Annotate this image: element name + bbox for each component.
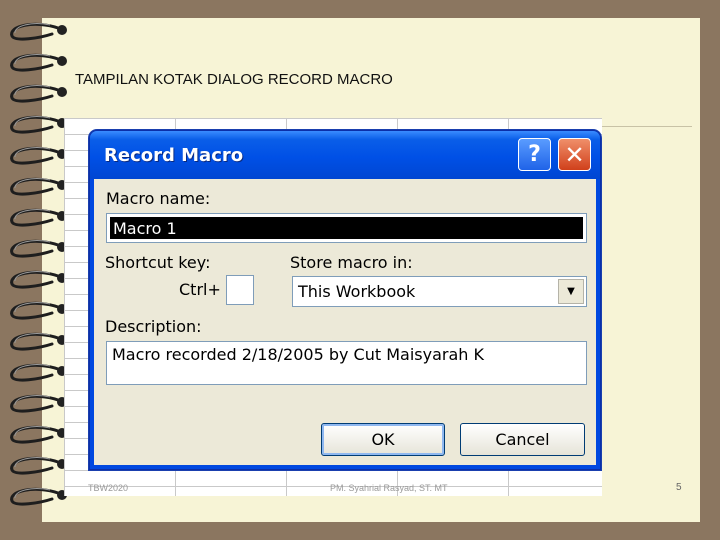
spiral-ring (10, 115, 67, 134)
macro-name-selection: Macro 1 (110, 217, 583, 239)
page-number: 5 (676, 482, 682, 493)
spiral-ring (10, 487, 67, 506)
slide-title: TAMPILAN KOTAK DIALOG RECORD MACRO (75, 71, 393, 88)
ctrl-prefix-label: Ctrl+ (179, 280, 221, 299)
spiral-ring (10, 84, 67, 103)
spiral-ring (10, 301, 67, 320)
store-macro-value: This Workbook (298, 282, 416, 301)
dialog-title: Record Macro (104, 145, 244, 166)
macro-name-value: Macro 1 (113, 219, 177, 238)
spiral-ring (10, 208, 67, 227)
spiral-ring (10, 22, 67, 41)
footer-left: TBW2020 (88, 483, 129, 493)
record-macro-dialog: Record Macro ? ✕ Macro name: Macro 1 Sho… (89, 130, 601, 470)
shortcut-key-input[interactable] (226, 275, 254, 305)
shortcut-key-label: Shortcut key: (105, 253, 211, 272)
spiral-ring (10, 363, 67, 382)
dialog-titlebar[interactable]: Record Macro ? ✕ (90, 131, 600, 179)
divider (602, 126, 692, 127)
macro-name-label: Macro name: (106, 189, 211, 208)
ok-button[interactable]: OK (321, 423, 445, 456)
cancel-button[interactable]: Cancel (460, 423, 585, 456)
spiral-ring (10, 332, 67, 351)
footer-center: PM. Syahrial Rasyad, ST. MT (330, 483, 448, 493)
description-textarea[interactable]: Macro recorded 2/18/2005 by Cut Maisyara… (106, 341, 587, 385)
spiral-ring (10, 270, 67, 289)
description-label: Description: (105, 317, 202, 336)
store-macro-dropdown-button[interactable]: ▼ (558, 279, 584, 304)
spiral-ring (10, 177, 67, 196)
close-button[interactable]: ✕ (558, 138, 591, 171)
dialog-body: Macro name: Macro 1 Shortcut key: Ctrl+ … (94, 179, 596, 465)
description-value: Macro recorded 2/18/2005 by Cut Maisyara… (112, 345, 484, 364)
help-button[interactable]: ? (518, 138, 551, 171)
spiral-ring (10, 53, 67, 72)
spiral-ring (10, 239, 67, 258)
spiral-ring (10, 425, 67, 444)
macro-name-input[interactable]: Macro 1 (106, 213, 587, 243)
spiral-ring (10, 456, 67, 475)
help-icon: ? (528, 142, 541, 167)
close-icon: ✕ (564, 140, 585, 169)
chevron-down-icon: ▼ (567, 286, 575, 297)
spiral-ring (10, 146, 67, 165)
store-macro-label: Store macro in: (290, 253, 413, 272)
spiral-ring (10, 394, 67, 413)
store-macro-select[interactable]: This Workbook ▼ (292, 276, 587, 307)
